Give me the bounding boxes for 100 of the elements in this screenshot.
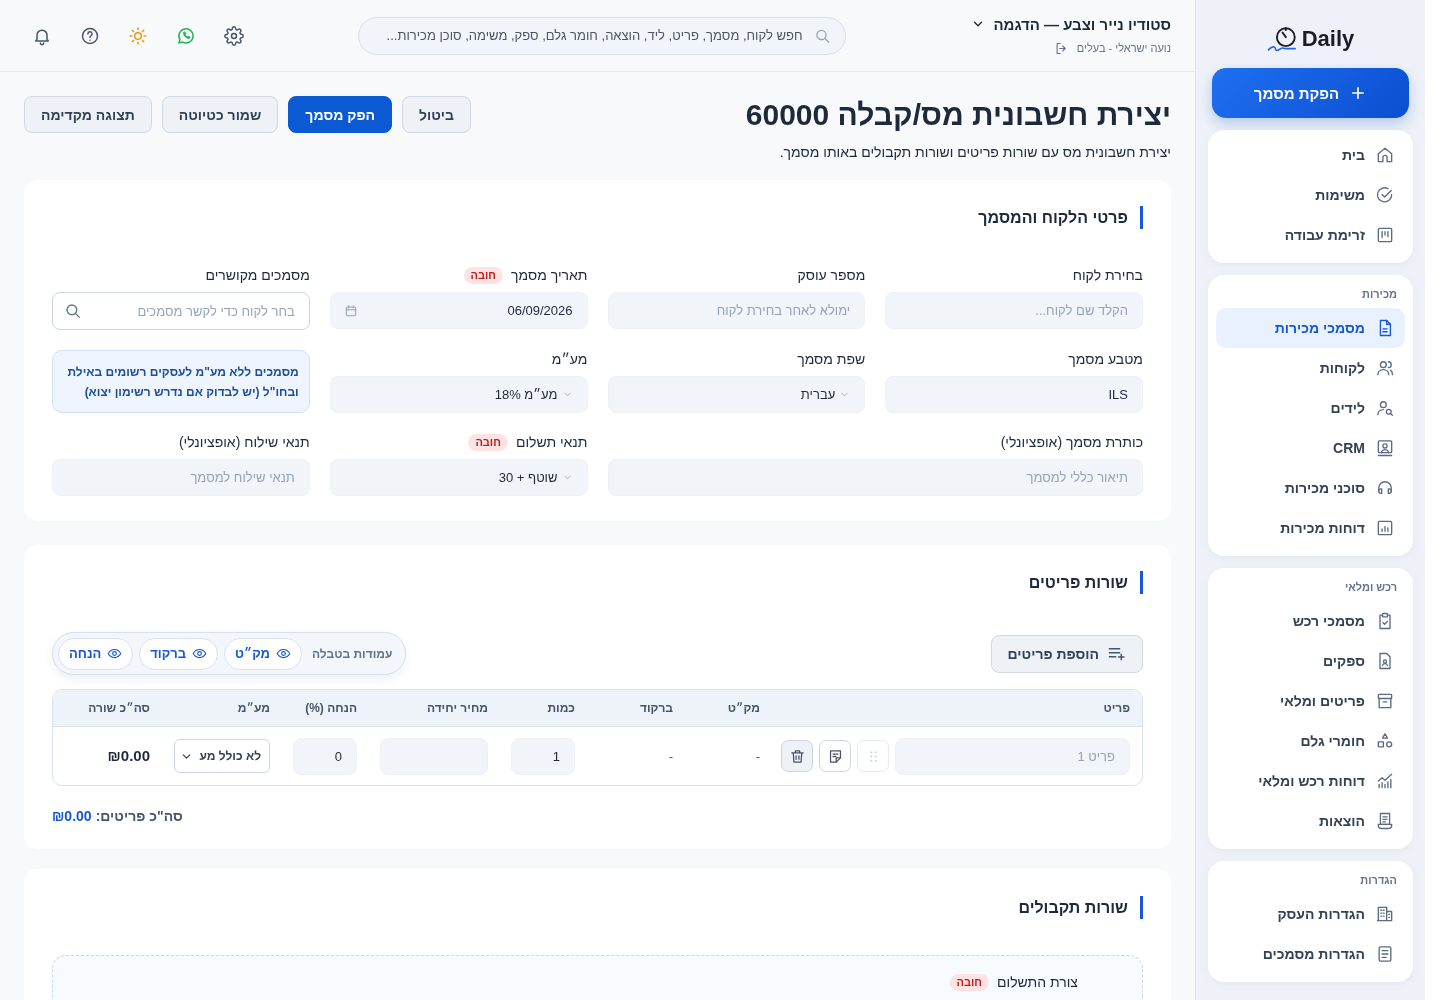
- required-badge: חובה: [463, 266, 504, 284]
- column-toggle[interactable]: מק״ט: [224, 637, 302, 670]
- action-button[interactable]: שמור כטיוטה: [161, 96, 279, 133]
- column-header: מע״מ: [236, 701, 270, 715]
- column-toggle[interactable]: הנחה: [58, 637, 134, 670]
- discount-input[interactable]: 0: [293, 737, 357, 775]
- toggles-label: עמודות בטבלה: [311, 646, 393, 661]
- column-toggle[interactable]: ברקוד: [139, 637, 219, 670]
- section-title: פרטי הלקוח והמסמך: [978, 206, 1143, 229]
- sidebar-item[interactable]: דוחות רכש ומלאי: [1216, 761, 1405, 801]
- settings-icon[interactable]: [224, 25, 244, 46]
- shapes-icon: [1375, 731, 1395, 751]
- quantity-input[interactable]: 1: [511, 737, 575, 775]
- drag-handle[interactable]: [857, 740, 889, 772]
- sidebar-item[interactable]: מסמכי מכירות: [1216, 308, 1405, 348]
- sidebar-item[interactable]: הגדרות מסמכים: [1216, 934, 1405, 974]
- text-input[interactable]: תנאי שילוח למסמך: [52, 459, 310, 496]
- field-label: תאריך מסמך: [511, 267, 588, 283]
- info-note: מסמכים ללא מע"מ לעסקים רשומים באילת ובחו"ל (יש לבדוק אם נדרש רשימון יצוא): [52, 350, 310, 413]
- add-items-button[interactable]: הוספת פריטים: [990, 634, 1143, 673]
- search-field[interactable]: בחר לקוח כדי לקשר מסמכים: [52, 292, 310, 330]
- sidebar-item[interactable]: זרימת עבודה: [1216, 215, 1405, 255]
- text-input[interactable]: הקלד שם לקוח...: [885, 292, 1143, 329]
- text-input[interactable]: תיאור כללי למסמך: [607, 459, 1143, 496]
- user-search-icon: [1375, 398, 1395, 418]
- logout-icon[interactable]: [1053, 40, 1069, 56]
- trash-icon: [788, 747, 806, 765]
- items-total-label: סה"כ פריטים:: [95, 808, 183, 824]
- field-label: מספר עוסק: [797, 267, 866, 283]
- nav-section-title: הגדרות: [1359, 873, 1398, 888]
- board-icon: [1375, 225, 1395, 245]
- column-header: סה״כ שורה: [87, 701, 150, 715]
- column-header: הנחה (%): [304, 701, 357, 715]
- vat-dropdown[interactable]: לא כולל מע: [174, 739, 270, 773]
- sidebar-item[interactable]: פריטים ומלאי: [1216, 681, 1405, 721]
- sidebar-item[interactable]: לידים: [1216, 388, 1405, 428]
- page-title: יצירת חשבונית מס/קבלה 60000: [745, 97, 1171, 133]
- action-button[interactable]: ביטול: [402, 96, 472, 133]
- bar-chart-icon: [1375, 518, 1395, 538]
- nav-section-title: רכש ומלאי: [1343, 580, 1398, 595]
- field-label: תנאי תשלום: [515, 434, 588, 450]
- section-title: שורות פריטים: [1028, 571, 1143, 594]
- calendar-icon: [343, 303, 358, 318]
- sku-value: -: [755, 749, 760, 764]
- contact-card-icon: [1375, 438, 1395, 458]
- nav-section-title: מכירות: [1361, 287, 1398, 302]
- sidebar-item[interactable]: מסמכי רכש: [1216, 601, 1405, 641]
- section-title: שורות תקבולים: [1018, 896, 1143, 919]
- note-button[interactable]: [819, 740, 851, 772]
- sidebar-item[interactable]: סוכני מכירות: [1216, 468, 1405, 508]
- dropdown[interactable]: שוטף + 30: [329, 459, 588, 496]
- sidebar-item[interactable]: חומרי גלם: [1216, 721, 1405, 761]
- sidebar-item[interactable]: לקוחות: [1216, 348, 1405, 388]
- column-header: מחיר יחידה: [425, 701, 488, 715]
- company-switcher[interactable]: סטודיו נייר וצבע — הדגמה: [971, 15, 1171, 33]
- search-field[interactable]: חפש לקוח, מסמך, פריט, ליד, הוצאה, חומר גלם, ספק, משימה, סוכן מכירות...: [357, 16, 846, 55]
- sidebar-item[interactable]: ספקים: [1216, 641, 1405, 681]
- text-input[interactable]: ימולא לאחר בחירת לקוח: [607, 292, 866, 329]
- user-role: נועה ישראלי - בעלים: [1076, 42, 1171, 54]
- text-input[interactable]: ILS: [885, 376, 1143, 413]
- create-document-button[interactable]: הפקת מסמך: [1212, 68, 1409, 118]
- item-input[interactable]: פריט 1: [895, 737, 1130, 775]
- archive-icon: [1375, 691, 1395, 711]
- required-badge: חובה: [468, 433, 508, 451]
- dropdown[interactable]: מע״מ 18%: [329, 376, 588, 413]
- sidebar-item[interactable]: משימות: [1216, 175, 1405, 215]
- chat-phone-icon[interactable]: [176, 25, 196, 46]
- logo-text: Daily: [1301, 26, 1355, 52]
- date-field[interactable]: 06/09/2026: [329, 292, 588, 329]
- search-icon: [64, 302, 82, 320]
- column-header: פריט: [1102, 701, 1130, 715]
- column-header: ברקוד: [638, 701, 673, 715]
- users-icon: [1375, 358, 1395, 378]
- check-circle-icon: [1375, 185, 1395, 205]
- dropdown[interactable]: עברית: [607, 376, 866, 413]
- page-subtitle: יצירת חשבונית מס עם שורות פריטים ושורות תקבולים באותו מסמך.: [778, 143, 1171, 162]
- barcode-value: -: [668, 749, 673, 764]
- sidebar-item[interactable]: בית: [1216, 135, 1405, 175]
- field-label: שפת מסמך: [797, 351, 866, 367]
- sidebar-item[interactable]: דוחות מכירות: [1216, 508, 1405, 548]
- sidebar-item[interactable]: הוצאות: [1216, 801, 1405, 841]
- issue-document-button[interactable]: הפק מסמך: [288, 96, 392, 133]
- field-label: כותרת מסמך (אופציונלי): [1000, 434, 1143, 450]
- eye-icon: [275, 646, 291, 661]
- help-icon[interactable]: [80, 25, 100, 46]
- field-label: מסמכים מקושרים: [205, 267, 310, 283]
- trend-chart-icon: [1375, 771, 1395, 791]
- sidebar-item[interactable]: הגדרות העסק: [1216, 894, 1405, 934]
- building-icon: [1375, 904, 1395, 924]
- eye-icon: [192, 646, 208, 661]
- field-label: תנאי שילוח (אופציונלי): [178, 434, 310, 450]
- line-total: ₪0.00: [107, 747, 150, 764]
- column-header: מק״ט: [726, 701, 760, 715]
- stopwatch-logo-icon: [1266, 25, 1299, 53]
- action-button[interactable]: תצוגה מקדימה: [24, 96, 152, 133]
- required-badge: חובה: [949, 973, 990, 991]
- field-label: מטבע מסמך: [1068, 351, 1143, 367]
- items-total-value: ₪0.00: [52, 808, 92, 824]
- delete-button[interactable]: [781, 740, 813, 772]
- sidebar-item[interactable]: CRM: [1216, 428, 1405, 468]
